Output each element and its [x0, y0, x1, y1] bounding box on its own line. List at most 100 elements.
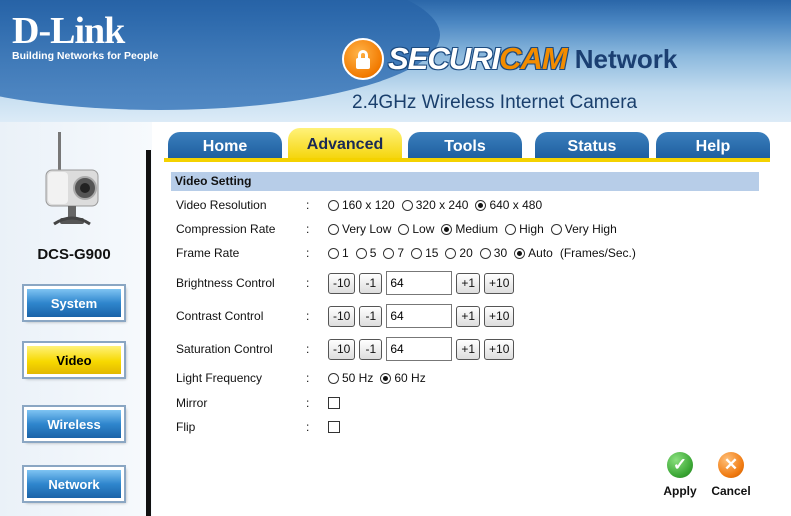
saturation-input[interactable] [386, 337, 453, 361]
contrast-plus10-button[interactable]: +10 [484, 305, 515, 327]
radio-button[interactable] [380, 372, 392, 384]
radio-option[interactable]: 640 x 480 [475, 198, 542, 212]
camera-model: DCS-G900 [37, 246, 111, 263]
contrast-minus10-button[interactable]: -10 [328, 305, 356, 327]
colon: : [306, 276, 310, 290]
light-frequency-row: Light Frequency : 50 Hz 60 Hz [176, 367, 766, 389]
colon: : [306, 246, 310, 260]
colon: : [306, 222, 310, 236]
checkmark-icon: ✓ [667, 452, 693, 478]
video-resolution-row: Video Resolution : 160 x 120 320 x 240 6… [176, 194, 766, 216]
radio-button[interactable] [550, 223, 562, 235]
brightness-plus10-button[interactable]: +10 [484, 272, 515, 294]
tab-advanced[interactable]: Advanced [288, 128, 402, 162]
sidebar-item-network[interactable]: Network [22, 465, 126, 503]
radio-button[interactable] [441, 223, 453, 235]
field-label: Contrast Control [176, 309, 264, 323]
product-subtitle: 2.4GHz Wireless Internet Camera [352, 92, 638, 113]
field-label: Compression Rate [176, 222, 276, 236]
saturation-row: Saturation Control : -10 -1 +1 +10 [176, 336, 766, 362]
frame-rate-unit: (Frames/Sec.) [559, 246, 636, 260]
sidebar-item-video[interactable]: Video [22, 341, 126, 379]
radio-button[interactable] [328, 372, 339, 384]
radio-button[interactable] [475, 199, 487, 211]
contrast-plus1-button[interactable]: +1 [456, 305, 481, 327]
radio-option[interactable]: Auto [514, 246, 553, 260]
radio-option[interactable]: Low [398, 222, 434, 236]
sidebar-item-label: Wireless [47, 416, 101, 432]
saturation-minus10-button[interactable]: -10 [328, 338, 356, 360]
radio-button[interactable] [411, 247, 423, 259]
colon: : [306, 309, 310, 323]
field-label: Light Frequency [176, 371, 263, 385]
field-label: Video Resolution [176, 198, 267, 212]
contrast-input[interactable] [386, 304, 453, 328]
brightness-input[interactable] [386, 271, 453, 295]
colon: : [306, 198, 310, 212]
field-label: Brightness Control [176, 276, 275, 290]
colon: : [306, 342, 310, 356]
radio-button[interactable] [505, 223, 517, 235]
brightness-minus1-button[interactable]: -1 [359, 272, 383, 294]
field-label: Saturation Control [176, 342, 273, 356]
top-tabs: Home Advanced Tools Status Help [164, 128, 770, 162]
radio-option[interactable]: Very Low [328, 222, 391, 236]
radio-option[interactable]: 60 Hz [380, 371, 426, 385]
securicam-brand: SECURICAM Network [342, 38, 677, 80]
radio-button[interactable] [401, 199, 413, 211]
radio-button[interactable] [514, 247, 526, 259]
apply-label: Apply [663, 484, 697, 498]
sidebar-item-label: System [50, 295, 98, 311]
compression-rate-row: Compression Rate : Very Low Low Medium H… [176, 218, 766, 240]
radio-option[interactable]: 1 [328, 246, 349, 260]
colon: : [306, 396, 310, 410]
cancel-icon: ✕ [718, 452, 744, 478]
radio-option[interactable]: 7 [383, 246, 404, 260]
mirror-row: Mirror : [176, 392, 766, 414]
radio-button[interactable] [355, 247, 367, 259]
radio-option[interactable]: 30 [479, 246, 507, 260]
frame-rate-row: Frame Rate : 1 5 7 15 20 30 Auto (Frames… [176, 242, 766, 264]
brightness-row: Brightness Control : -10 -1 +1 +10 [176, 270, 766, 296]
apply-button[interactable]: ✓ Apply [660, 452, 700, 498]
radio-button[interactable] [383, 247, 395, 259]
radio-option[interactable]: 160 x 120 [328, 198, 395, 212]
brightness-minus10-button[interactable]: -10 [328, 272, 356, 294]
dlink-logo: D-Link Building Networks for People [12, 10, 159, 62]
radio-option[interactable]: 5 [355, 246, 376, 260]
lock-icon [342, 38, 384, 80]
header-banner: D-Link Building Networks for People SECU… [0, 0, 791, 122]
field-label: Mirror [176, 396, 208, 410]
saturation-plus1-button[interactable]: +1 [456, 338, 481, 360]
radio-option[interactable]: Medium [441, 222, 498, 236]
radio-button[interactable] [479, 247, 491, 259]
radio-option[interactable]: 320 x 240 [401, 198, 468, 212]
sidebar-item-wireless[interactable]: Wireless [22, 405, 126, 443]
sidebar-item-system[interactable]: System [22, 284, 126, 322]
saturation-plus10-button[interactable]: +10 [484, 338, 515, 360]
radio-option[interactable]: High [505, 222, 544, 236]
field-label: Flip [176, 420, 196, 434]
sidebar-item-label: Network [48, 476, 100, 492]
radio-button[interactable] [328, 247, 339, 259]
radio-button[interactable] [328, 223, 339, 235]
brightness-plus1-button[interactable]: +1 [456, 272, 481, 294]
contrast-minus1-button[interactable]: -1 [359, 305, 383, 327]
contrast-row: Contrast Control : -10 -1 +1 +10 [176, 303, 766, 329]
cancel-button[interactable]: ✕ Cancel [711, 452, 751, 498]
radio-option[interactable]: 15 [411, 246, 438, 260]
mirror-checkbox[interactable] [328, 397, 340, 409]
radio-option[interactable]: 50 Hz [328, 371, 373, 385]
section-title: Video Setting [171, 172, 759, 191]
flip-checkbox[interactable] [328, 421, 340, 433]
sidebar-divider [146, 150, 151, 516]
radio-option[interactable]: Very High [550, 222, 617, 236]
colon: : [306, 420, 310, 434]
camera-image [45, 132, 99, 226]
radio-option[interactable]: 20 [445, 246, 473, 260]
radio-button[interactable] [445, 247, 457, 259]
saturation-minus1-button[interactable]: -1 [359, 338, 383, 360]
cancel-label: Cancel [711, 484, 751, 498]
radio-button[interactable] [328, 199, 339, 211]
radio-button[interactable] [398, 223, 410, 235]
